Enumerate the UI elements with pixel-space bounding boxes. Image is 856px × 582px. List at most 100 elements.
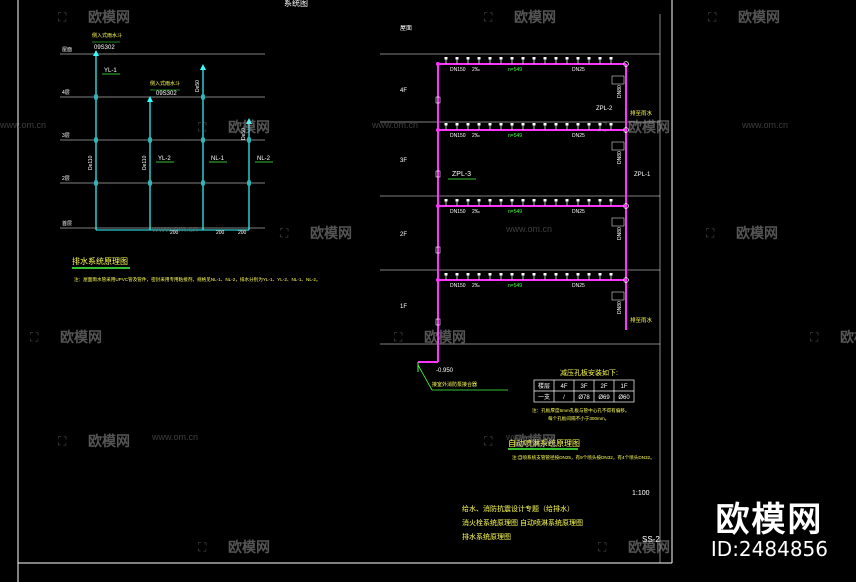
slope-label: 2‰ bbox=[472, 209, 480, 215]
watermark-site: www.om.cn bbox=[151, 224, 198, 234]
sprinkler-head bbox=[499, 199, 503, 202]
watermark-layer: 欧模网 ⛶ 欧模网 ⛶ 欧模网 ⛶ 欧模网 ⛶ 欧模网 ⛶ 欧模网 ⛶ 欧模网 ⛶ 欧模网 ⛶ 欧模网 ⛶ 欧模网 ⛶… bbox=[0, 9, 856, 555]
right-floor-label: 屋面 bbox=[400, 25, 412, 32]
pipe-id-label: YL-1 bbox=[104, 68, 117, 74]
sprinkler-head bbox=[466, 123, 470, 126]
sprinkler-head bbox=[466, 199, 470, 202]
pipe-arrow bbox=[200, 64, 206, 70]
sprinkler-head bbox=[521, 273, 525, 276]
orifice-header-cell: 楼层 bbox=[538, 382, 550, 390]
watermark-sofa-icon: ⛶ bbox=[279, 226, 289, 240]
sprinkler-head bbox=[587, 57, 591, 60]
watermark-id: ID:2484856 bbox=[710, 537, 828, 561]
pipe-dn-label: De50 bbox=[195, 80, 201, 92]
sprinkler-head bbox=[565, 123, 569, 126]
watermark-text: 欧模网 bbox=[310, 225, 352, 241]
riser-label: ZPL-2 bbox=[596, 106, 613, 112]
sprinkler-head bbox=[466, 57, 470, 60]
main-dn-label: DN150 bbox=[450, 209, 466, 215]
watermark-site: www.om.cn bbox=[741, 120, 788, 130]
sprinkler-head bbox=[543, 57, 547, 60]
sprinkler-head bbox=[510, 199, 514, 202]
main-dn-label: DN150 bbox=[450, 67, 466, 73]
sprinkler-head bbox=[488, 273, 492, 276]
orifice-header-cell: 4F bbox=[560, 384, 567, 390]
branch-dn-label: DN25 bbox=[572, 209, 585, 215]
sprinkler-head bbox=[565, 199, 569, 202]
main-dn-label: DN150 bbox=[450, 283, 466, 289]
watermark-text: 欧模网 bbox=[88, 433, 130, 449]
riser-dn-label: DN80 bbox=[617, 301, 623, 314]
orifice-note-2: 每个孔板间隔不小于300mm。 bbox=[548, 415, 609, 422]
right-floor-label: 3F bbox=[400, 158, 407, 164]
right-floor-label: 2F bbox=[400, 232, 407, 238]
watermark-sofa-icon: ⛶ bbox=[809, 330, 819, 344]
pipe-id-label: NL-2 bbox=[257, 156, 271, 162]
watermark-sofa-icon: ⛶ bbox=[197, 540, 207, 554]
sprinkler-head bbox=[455, 199, 459, 202]
orifice-header-cell: 3F bbox=[580, 384, 587, 390]
drainage-note: 注：屋面雨水管采用UPVC管及管件，密封采用专用粘接剂，规格见NL-1、NL-2… bbox=[74, 276, 321, 283]
sprinkler-head bbox=[521, 123, 525, 126]
drainage-diagram: 屋面 4层 3层 2层首层 YL-1 De110 YL-2 De110 NL-1 De50 NL-… bbox=[60, 32, 321, 283]
watermark-sofa-icon: ⛶ bbox=[707, 10, 717, 24]
sprinkler-pipes: DN150 2‰ n=549 DN25 DN80 DN150 2‰ n=549 DN25 DN80… bbox=[417, 57, 653, 372]
sprinkler-head bbox=[554, 123, 558, 126]
sprinkler-head bbox=[477, 199, 481, 202]
sprinkler-head bbox=[477, 57, 481, 60]
sprinkler-head bbox=[598, 273, 602, 276]
sprinkler-head bbox=[499, 273, 503, 276]
sprinkler-head bbox=[543, 199, 547, 202]
sprinkler-head bbox=[598, 199, 602, 202]
watermark-sofa-icon: ⛶ bbox=[597, 120, 607, 134]
main-dn-label: DN150 bbox=[450, 133, 466, 139]
spray-note: 注:自喷系统支管管径按DN25，有9个喷头按DN32，有4个喷头DN32。 bbox=[512, 454, 655, 461]
project-name: 给水、消防抗震设计专题（给排水） bbox=[462, 504, 574, 513]
watermark-sofa-icon: ⛶ bbox=[597, 540, 607, 554]
base-label: 200 bbox=[238, 230, 247, 236]
riser-dn-label: DN80 bbox=[617, 151, 623, 164]
watermark-site: www.om.cn bbox=[505, 224, 552, 234]
drawing-border bbox=[17, 0, 673, 582]
sprinkler-head bbox=[532, 123, 536, 126]
watermark-sofa-icon: ⛶ bbox=[197, 120, 207, 134]
elevation-label: -0.950 bbox=[436, 368, 454, 374]
sprinkler-head bbox=[532, 199, 536, 202]
watermark-text: 欧模网 bbox=[228, 539, 270, 555]
pipe-dn-label: De110 bbox=[142, 155, 148, 170]
watermark-site: www.om.cn bbox=[0, 120, 46, 130]
orifice-value-cell: 一支 bbox=[538, 393, 550, 401]
sprinkler-head bbox=[609, 273, 613, 276]
sprinkler-head bbox=[510, 123, 514, 126]
sprinkler-diagram: 屋面 4F 3F 2F 1F DN150 2‰ n=549 DN25 DN80 DN150 2‰ n=… bbox=[380, 25, 660, 461]
left-pipes: YL-1De110 YL-2De110 NL-1De50NL-2De50200 200… bbox=[88, 41, 273, 236]
ref-std-2: 09S302 bbox=[156, 91, 177, 97]
orifice-header-cell: 1F bbox=[620, 384, 627, 390]
branch-dn-label: DN25 bbox=[572, 133, 585, 139]
count-label: n=549 bbox=[508, 67, 522, 73]
sprinkler-head bbox=[587, 199, 591, 202]
watermark-sofa-icon: ⛶ bbox=[705, 226, 715, 240]
drain-note: 排至雨水 bbox=[630, 316, 653, 324]
watermark-text: 欧模网 bbox=[228, 119, 270, 135]
left-floor-label: 2层 bbox=[62, 176, 70, 182]
orifice-note-1: 注：孔板厚度6mm孔板与管中心孔不得有偏移。 bbox=[532, 407, 630, 414]
sprinkler-head bbox=[488, 57, 492, 60]
watermark-sofa-icon: ⛶ bbox=[57, 10, 67, 24]
watermark-sofa-icon: ⛶ bbox=[57, 434, 67, 448]
ref-label-1: 侧入式雨水斗 bbox=[92, 32, 122, 39]
sprinkler-head bbox=[543, 273, 547, 276]
drawing-canvas: 系统图 屋面 4层 3层 2层首层 YL-1 De110 YL-2 De110 NL-1 De5… bbox=[0, 0, 856, 582]
sprinkler-head bbox=[477, 273, 481, 276]
sprinkler-head bbox=[488, 123, 492, 126]
orifice-value-cell: / bbox=[563, 395, 565, 401]
orifice-title: 减压孔板安装如下: bbox=[560, 368, 618, 377]
ref-std-1: 09S302 bbox=[94, 45, 115, 51]
watermark-site: www.om.cn bbox=[151, 432, 198, 442]
riser-dn-label: DN80 bbox=[617, 85, 623, 98]
watermark-sofa-icon: ⛶ bbox=[29, 330, 39, 344]
watermark-text: 欧模网 bbox=[514, 9, 556, 25]
sprinkler-head bbox=[554, 273, 558, 276]
watermark-sofa-icon: ⛶ bbox=[393, 330, 403, 344]
sprinkler-head bbox=[587, 123, 591, 126]
